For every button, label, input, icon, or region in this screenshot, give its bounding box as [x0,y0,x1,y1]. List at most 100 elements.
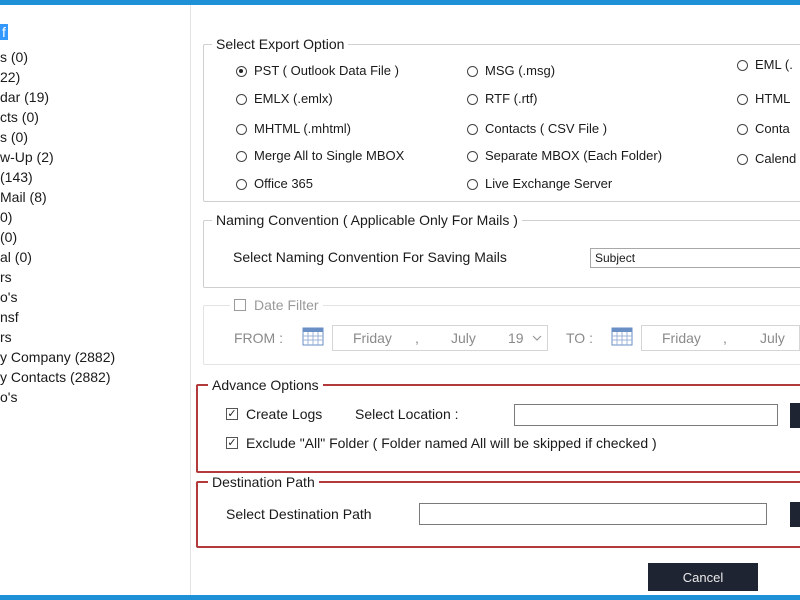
tree-item[interactable]: y Contacts (2882) [0,367,111,387]
option-label: Live Exchange Server [485,176,613,191]
option-live-exchange[interactable]: Live Exchange Server [467,175,612,193]
radio-icon [467,123,478,135]
tree-item[interactable]: w-Up (2) [0,147,54,167]
tree-item[interactable]: o's [0,287,17,307]
tree-item[interactable]: rs [0,267,12,287]
tree-item-label: Mail (8) [0,189,47,205]
option-label: MSG (.msg) [485,63,556,78]
naming-convention-label: Select Naming Convention For Saving Mail… [233,249,507,265]
from-day: Friday [353,330,392,346]
browse-location-button[interactable] [790,403,800,428]
option-merge-mbox[interactable]: Merge All to Single MBOX [236,147,404,165]
tree-item-label: s (0) [0,129,28,145]
tree-item-label: (0) [0,229,18,245]
to-month: July [760,330,785,346]
tree-item-label: rs [0,269,12,285]
tree-item[interactable]: s (0) [0,47,28,67]
option-calendar[interactable]: Calend [737,150,796,168]
tree-item[interactable]: al (0) [0,247,32,267]
from-label: FROM : [234,330,283,346]
tree-item[interactable]: cts (0) [0,107,39,127]
radio-icon [236,93,247,105]
option-contacts-csv[interactable]: Contacts ( CSV File ) [467,120,607,138]
radio-icon [236,150,247,162]
chevron-down-icon[interactable] [532,334,542,342]
option-eml[interactable]: EML (. [737,56,793,74]
tree-item[interactable]: s (0) [0,127,28,147]
tree-item[interactable]: rs [0,327,12,347]
tree-item[interactable]: f [0,22,8,42]
option-rtf[interactable]: RTF (.rtf) [467,90,537,108]
tree-item-label: 22) [0,69,21,85]
tree-item[interactable]: nsf [0,307,19,327]
option-label: Office 365 [254,176,314,191]
date-filter-label: Date Filter [254,297,319,313]
tree-item-label: dar (19) [0,89,50,105]
tree-item-label: nsf [0,309,19,325]
radio-icon [467,65,478,77]
radio-icon [236,65,247,77]
destination-path-label: Select Destination Path [226,506,372,522]
folder-tree[interactable]: f s (0) 22) dar (19) cts (0) s (0) w-Up … [0,18,190,593]
date-filter-checkbox[interactable] [234,299,246,311]
radio-icon [236,178,247,190]
select-location-label: Select Location : [355,406,459,422]
from-date: 19 [508,330,524,346]
destination-path-input[interactable] [419,503,767,525]
option-label: PST ( Outlook Data File ) [254,63,399,78]
tree-item[interactable]: dar (19) [0,87,49,107]
from-month: July [451,330,476,346]
create-logs-option[interactable]: ✓ Create Logs [226,405,322,423]
naming-convention-select[interactable]: Subject [590,248,800,268]
checkbox-checked-icon: ✓ [226,408,238,420]
tree-item-label: al (0) [0,249,32,265]
option-mhtml[interactable]: MHTML (.mhtml) [236,120,351,138]
option-separate-mbox[interactable]: Separate MBOX (Each Folder) [467,147,662,165]
option-emlx[interactable]: EMLX (.emlx) [236,90,333,108]
to-label: TO : [566,330,593,346]
tree-item[interactable]: o's [0,387,17,407]
calendar-icon[interactable] [302,326,324,346]
option-pst[interactable]: PST ( Outlook Data File ) [236,62,399,80]
tree-item[interactable]: y Company (2882) [0,347,115,367]
option-label: Contacts ( CSV File ) [485,121,608,136]
from-sep: , [415,330,419,346]
to-day: Friday [662,330,701,346]
create-logs-label: Create Logs [246,406,323,422]
pane-divider[interactable] [190,5,191,595]
tree-item-label: f [0,24,8,40]
exclude-all-option[interactable]: ✓ Exclude "All" Folder ( Folder named Al… [226,434,657,452]
tree-item-label: s (0) [0,49,28,65]
option-msg[interactable]: MSG (.msg) [467,62,555,80]
option-label: EML (. [755,57,793,72]
cancel-button[interactable]: Cancel [648,563,758,591]
log-location-input[interactable] [514,404,778,426]
option-contacts[interactable]: Conta [737,120,790,138]
tree-item-label: o's [0,389,18,405]
radio-icon [737,93,748,105]
radio-icon [737,153,748,165]
option-label: Separate MBOX (Each Folder) [485,148,663,163]
tree-item[interactable]: Mail (8) [0,187,47,207]
tree-item-label: 0) [0,209,13,225]
radio-icon [737,59,748,71]
option-label: Conta [755,121,790,136]
tree-item-label: (143) [0,169,33,185]
tree-item-label: y Company (2882) [0,349,116,365]
tree-item[interactable]: (0) [0,227,17,247]
option-label: EMLX (.emlx) [254,91,333,106]
option-html[interactable]: HTML [737,90,790,108]
option-office365[interactable]: Office 365 [236,175,313,193]
tree-item-label: w-Up (2) [0,149,54,165]
radio-icon [467,178,478,190]
browse-destination-button[interactable] [790,502,800,527]
to-sep: , [723,330,727,346]
tree-item-label: o's [0,289,18,305]
tree-item[interactable]: (143) [0,167,33,187]
tree-item[interactable]: 0) [0,207,12,227]
tree-item[interactable]: 22) [0,67,20,87]
tree-item-label: rs [0,329,12,345]
calendar-icon[interactable] [611,326,633,346]
naming-convention-legend: Naming Convention ( Applicable Only For … [216,212,518,228]
checkbox-checked-icon: ✓ [226,437,238,449]
